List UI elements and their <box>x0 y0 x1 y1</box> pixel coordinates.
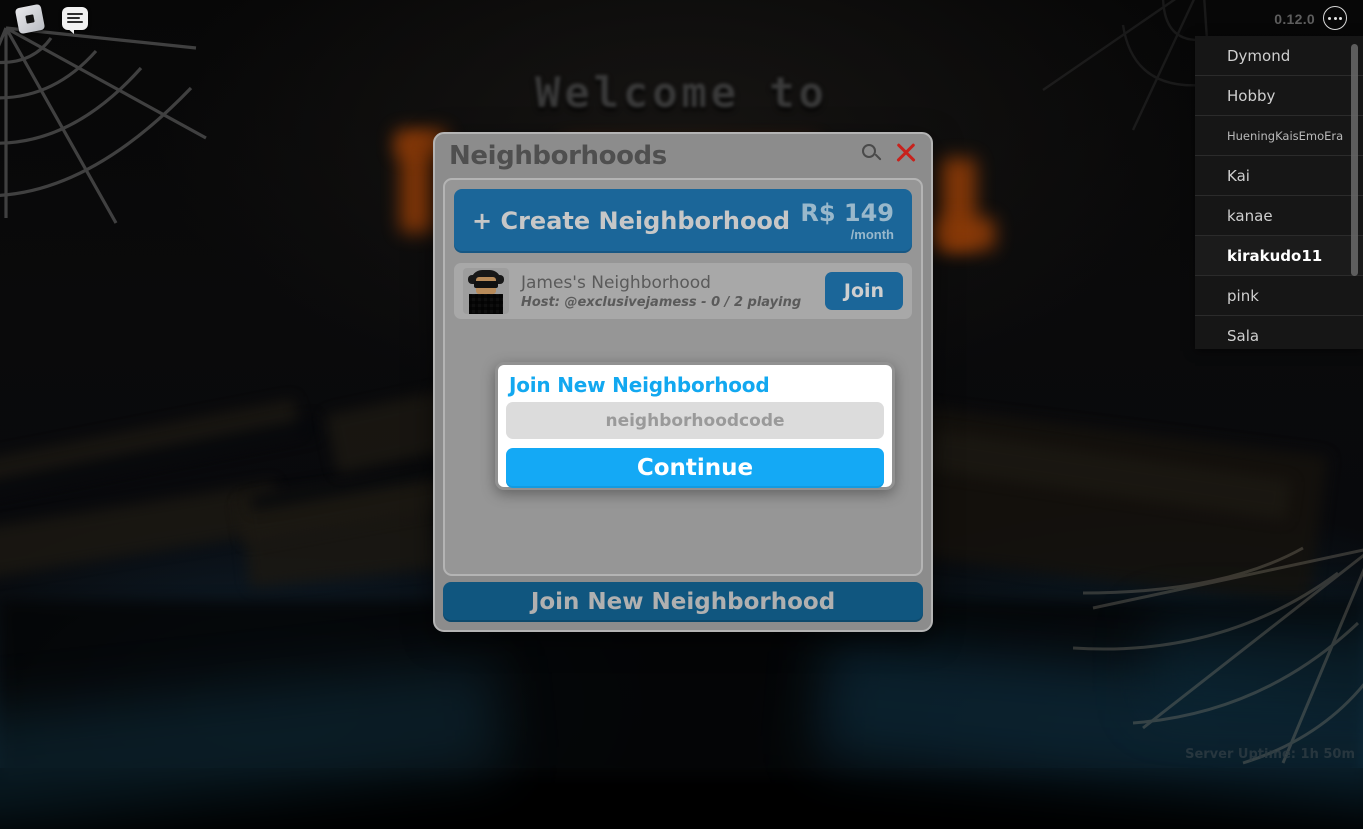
price-period: /month <box>800 228 894 241</box>
player-name: Dymond <box>1227 47 1290 65</box>
panel-header-actions <box>862 142 917 164</box>
neighborhoods-panel: Neighborhoods + Create Neighborhood R$ 1… <box>433 132 933 632</box>
player-name: HueningKaisEmoEra <box>1227 129 1343 143</box>
join-new-neighborhood-button[interactable]: Join New Neighborhood <box>443 582 923 622</box>
version-label: 0.12.0 <box>1274 11 1315 27</box>
scene-plank <box>0 482 282 578</box>
scene-glow <box>1150 620 1363 710</box>
scene-title-letter <box>935 218 995 250</box>
player-name: kirakudo11 <box>1227 247 1322 265</box>
neighborhood-code-input[interactable]: neighborhoodcode <box>506 402 884 439</box>
player-name: kanae <box>1227 207 1273 225</box>
server-uptime-label: Server Uptime: 1h 50m <box>1185 747 1355 762</box>
player-name: Sala <box>1227 327 1259 345</box>
neighborhood-info: James's Neighborhood Host: @exclusivejam… <box>509 273 825 310</box>
top-bar: 0.12.0 <box>0 0 1363 36</box>
chat-icon[interactable] <box>62 7 88 30</box>
neighborhood-name: James's Neighborhood <box>521 273 825 293</box>
player-list[interactable]: Dymond Hobby HueningKaisEmoEra Kai kanae kira… <box>1195 36 1363 349</box>
join-button[interactable]: Join <box>825 272 903 310</box>
list-item[interactable]: James's Neighborhood Host: @exclusivejam… <box>454 263 912 319</box>
neighborhood-host: Host: @exclusivejamess - 0 / 2 playing <box>521 295 825 310</box>
more-options-icon[interactable] <box>1323 6 1347 30</box>
welcome-headline: Welcome to <box>0 68 1363 117</box>
join-neighborhood-modal: Join New Neighborhood neighborhoodcode C… <box>495 362 895 490</box>
player-list-scrollbar[interactable] <box>1351 44 1358 341</box>
avatar <box>463 268 509 314</box>
player-list-item[interactable]: Kai <box>1195 156 1363 196</box>
panel-footer: Join New Neighborhood <box>435 576 931 630</box>
player-list-rows: Dymond Hobby HueningKaisEmoEra Kai kanae kira… <box>1195 36 1363 349</box>
panel-body: + Create Neighborhood R$ 149 /month Jame… <box>443 178 923 576</box>
player-name: pink <box>1227 287 1259 305</box>
player-list-item[interactable]: Hobby <box>1195 76 1363 116</box>
close-icon[interactable] <box>895 142 917 164</box>
search-icon[interactable] <box>862 144 881 163</box>
player-name: Kai <box>1227 167 1250 185</box>
player-list-item[interactable]: Dymond <box>1195 36 1363 76</box>
create-neighborhood-price: R$ 149 /month <box>800 201 894 241</box>
scrollbar-thumb[interactable] <box>1351 44 1358 276</box>
price-amount: R$ 149 <box>800 201 894 225</box>
player-list-item[interactable]: pink <box>1195 276 1363 316</box>
panel-header: Neighborhoods <box>435 134 931 178</box>
player-list-item[interactable]: kirakudo11 <box>1195 236 1363 276</box>
player-list-item[interactable]: kanae <box>1195 196 1363 236</box>
create-neighborhood-label: + Create Neighborhood <box>472 207 800 235</box>
player-list-item[interactable]: Sala <box>1195 316 1363 349</box>
modal-title: Join New Neighborhood <box>509 373 884 397</box>
player-list-item[interactable]: HueningKaisEmoEra <box>1195 116 1363 156</box>
create-neighborhood-button[interactable]: + Create Neighborhood R$ 149 /month <box>454 189 912 253</box>
player-name: Hobby <box>1227 87 1275 105</box>
spiderweb-decoration-icon <box>0 18 216 228</box>
page-title: Neighborhoods <box>449 141 667 171</box>
roblox-logo-icon[interactable] <box>15 4 45 34</box>
continue-button[interactable]: Continue <box>506 448 884 488</box>
